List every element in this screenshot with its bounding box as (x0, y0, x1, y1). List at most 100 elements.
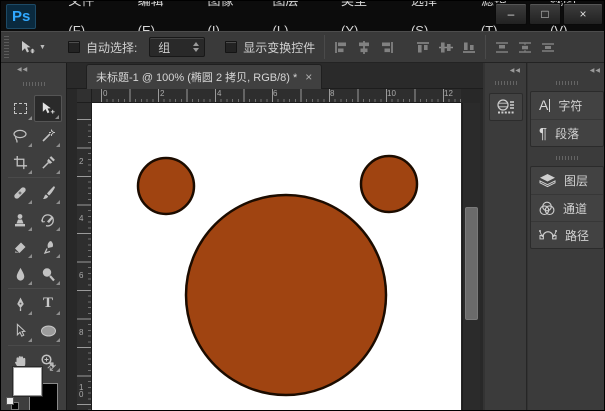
layers-panel-icon (539, 173, 556, 188)
align-right-edges-icon[interactable] (462, 41, 476, 54)
vertical-scrollbar[interactable] (462, 103, 480, 411)
collapse-tools-icon[interactable]: ◀◀ (17, 66, 28, 73)
tool-history-brush[interactable] (34, 206, 62, 233)
auto-select-mode-dropdown[interactable]: 组 (149, 37, 205, 57)
ruler-mark: 8 (330, 89, 334, 98)
channels-panel-label: 通道 (563, 200, 587, 217)
move-tool-preset[interactable]: ▼ (19, 40, 46, 55)
foreground-color-swatch[interactable] (13, 367, 42, 396)
blur-drop-icon (13, 266, 28, 282)
layers-panel-button[interactable]: 图层 (531, 167, 603, 194)
default-colors-icon[interactable] (6, 397, 19, 410)
pen-icon (13, 296, 28, 312)
tool-brush[interactable] (34, 179, 62, 206)
tool-dodge[interactable] (34, 260, 62, 287)
auto-select-checkbox[interactable] (68, 41, 80, 53)
paths-panel-icon (539, 228, 557, 242)
tool-move[interactable] (34, 95, 62, 122)
ruler-mark: 2 (79, 158, 86, 165)
tool-divider (8, 177, 60, 178)
ruler-mark: 0 (103, 89, 107, 98)
channels-panel-button[interactable]: 通道 (531, 194, 603, 221)
ellipse-shape-icon (40, 324, 57, 338)
photoshop-logo: Ps (6, 4, 36, 29)
panel-group-type: A 字符 ¶ 段落 (530, 91, 604, 147)
close-button[interactable]: × (563, 3, 603, 25)
document-tab-bar: 未标题-1 @ 100% (椭圆 2 拷贝, RGB/8) * × (67, 63, 483, 89)
tools-panel-grip[interactable] (23, 82, 45, 86)
tool-eraser[interactable] (6, 233, 34, 260)
preset-caret-icon: ▼ (39, 44, 46, 51)
ruler-mark: 12 (444, 89, 453, 98)
align-left-edges-icon[interactable] (416, 41, 430, 54)
paths-panel-button[interactable]: 路径 (531, 221, 603, 248)
tool-blur[interactable] (6, 260, 34, 287)
canvas[interactable] (92, 103, 461, 411)
tool-grid: T (6, 95, 62, 374)
tool-ellipse-shape[interactable] (34, 317, 62, 344)
auto-select-mode-value: 组 (158, 39, 170, 56)
character-panel-button[interactable]: A 字符 (531, 92, 603, 119)
tool-path-selection[interactable] (6, 317, 34, 344)
history-brush-icon (40, 212, 56, 228)
align-top-edges-icon[interactable] (334, 41, 348, 54)
path-selection-icon (13, 323, 27, 338)
ruler-mark: 10 (387, 89, 396, 98)
align-horizontal-centers-icon[interactable] (439, 41, 453, 54)
vertical-ruler[interactable]: 246810 (77, 103, 92, 411)
document-tab[interactable]: 未标题-1 @ 100% (椭圆 2 拷贝, RGB/8) * × (86, 64, 322, 89)
channels-panel-icon (539, 201, 555, 216)
tools-panel-header: ◀◀ (1, 63, 66, 76)
move-icon (40, 101, 56, 116)
align-bottom-edges-icon[interactable] (380, 41, 394, 54)
tool-spot-healing-brush[interactable] (6, 179, 34, 206)
materials-panel-button[interactable] (489, 93, 523, 121)
tool-rectangular-marquee[interactable] (6, 95, 34, 122)
ruler-mark: 2 (160, 89, 164, 98)
distribute-middle-icon[interactable] (518, 41, 532, 54)
panel-group1-grip[interactable] (556, 81, 578, 85)
photoshop-window: Ps 文件(F) 编辑(E) 图像(I) 图层(L) 类型(Y) 选择(S) 滤… (0, 0, 605, 411)
tab-close-icon[interactable]: × (305, 71, 312, 83)
right-ear-circle[interactable] (361, 156, 417, 212)
options-separator-2 (485, 35, 486, 59)
type-icon: T (43, 295, 53, 312)
options-grip[interactable] (4, 36, 9, 58)
distribute-bottom-icon[interactable] (541, 41, 555, 54)
show-transform-checkbox[interactable] (225, 41, 237, 53)
lasso-icon (12, 128, 28, 144)
horizontal-ruler[interactable]: 024681012 (92, 89, 461, 103)
left-ear-circle[interactable] (138, 158, 194, 214)
tool-magic-wand[interactable] (34, 122, 62, 149)
head-circle[interactable] (186, 195, 386, 395)
panel-group2-grip[interactable] (556, 156, 578, 160)
scrollbar-thumb[interactable] (465, 207, 478, 320)
paragraph-panel-label: 段落 (555, 125, 579, 142)
distribute-group (495, 41, 555, 54)
tool-type[interactable]: T (34, 290, 62, 317)
tool-clone-stamp[interactable] (6, 206, 34, 233)
tool-lasso[interactable] (6, 122, 34, 149)
tools-panel: ◀◀ T (1, 63, 67, 411)
icon-column-grip[interactable] (495, 81, 517, 85)
collapse-panels-icon[interactable]: ◀◀ (590, 67, 601, 74)
spacer (403, 35, 407, 59)
clone-stamp-icon (12, 212, 28, 228)
tool-gradient[interactable] (34, 233, 62, 260)
options-separator (324, 35, 325, 59)
tool-pen[interactable] (6, 290, 34, 317)
options-bar: ▼ 自动选择: 组 显示变换控件 (1, 31, 605, 63)
distribute-top-icon[interactable] (495, 41, 509, 54)
align-group-vertical (416, 41, 476, 54)
collapse-icons-icon[interactable]: ◀◀ (510, 67, 521, 74)
align-vertical-centers-icon[interactable] (357, 41, 371, 54)
paths-panel-label: 路径 (565, 227, 589, 244)
ruler-corner[interactable] (77, 89, 92, 103)
paragraph-panel-button[interactable]: ¶ 段落 (531, 119, 603, 146)
tool-eyedropper[interactable] (34, 149, 62, 176)
minimize-button[interactable]: – (495, 3, 527, 25)
tool-crop[interactable] (6, 149, 34, 176)
maximize-button[interactable]: □ (529, 3, 561, 25)
collapsed-panel-column: ◀◀ (485, 63, 527, 411)
ruler-mark: 4 (217, 89, 221, 98)
